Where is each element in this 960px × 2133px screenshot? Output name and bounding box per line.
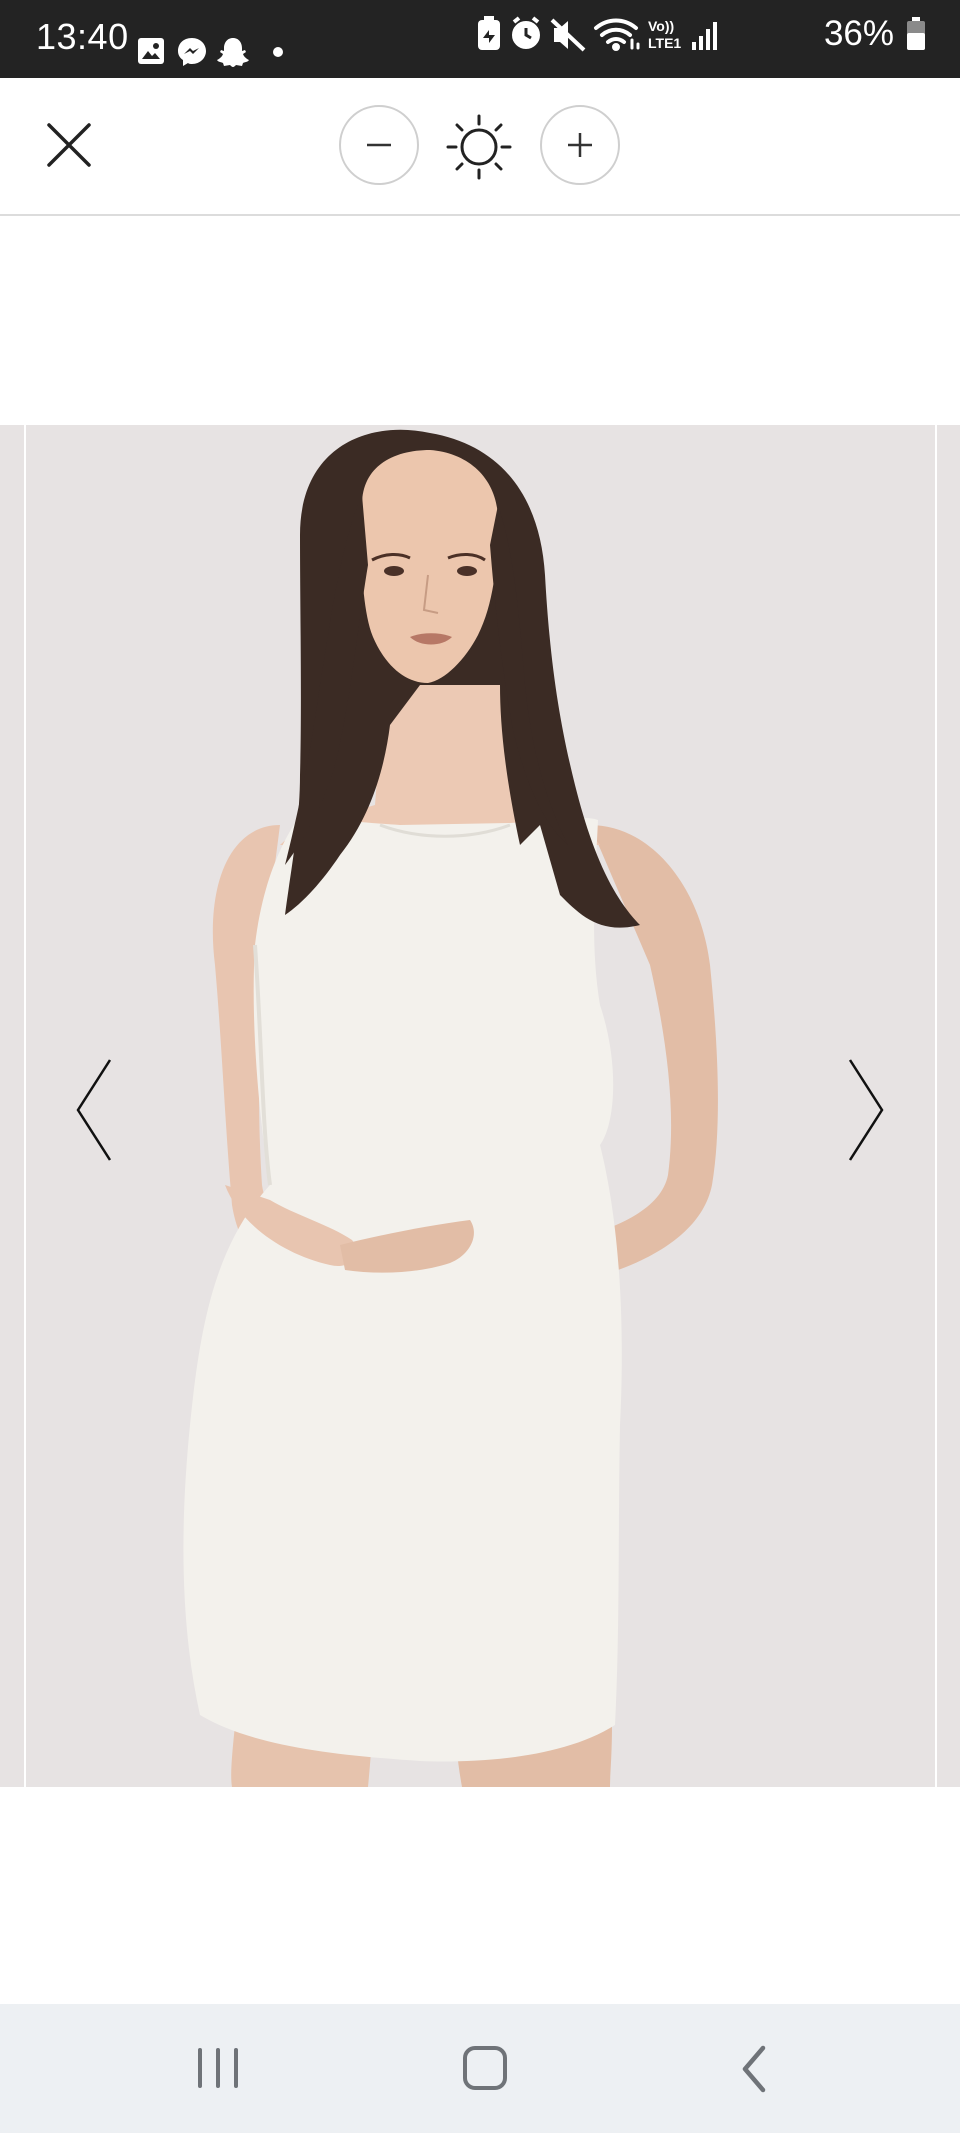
- dot-icon: [273, 47, 283, 57]
- sun-icon[interactable]: [446, 114, 512, 180]
- back-icon[interactable]: [725, 2042, 785, 2096]
- status-right-group: Vo)) LTE1 36%: [472, 14, 926, 54]
- chevron-left-icon[interactable]: [70, 1055, 120, 1165]
- volte-label-top: Vo)): [648, 18, 674, 34]
- zoom-in-button[interactable]: [540, 105, 620, 185]
- status-system-icons: Vo)) LTE1: [477, 16, 717, 52]
- close-icon[interactable]: [40, 116, 98, 174]
- gallery-icon: [138, 38, 164, 64]
- battery-icon: [907, 17, 925, 50]
- snapchat-icon: [217, 38, 249, 67]
- status-notification-icons: [138, 38, 283, 67]
- messenger-icon: [178, 38, 206, 66]
- product-photo: [0, 425, 960, 1787]
- status-bar: 13:40 Vo)) LTE1 36%: [0, 0, 960, 78]
- zoom-out-button[interactable]: [339, 105, 419, 185]
- minus-icon: [367, 143, 391, 147]
- plus-icon: [568, 133, 592, 157]
- battery-saver-icon: [477, 16, 500, 50]
- system-nav-bar: [0, 2004, 960, 2133]
- recents-icon[interactable]: [188, 2042, 248, 2096]
- image-viewer[interactable]: [0, 425, 960, 1787]
- battery-percentage: 36%: [823, 14, 894, 53]
- frame-border-right: [935, 425, 937, 1787]
- wifi-icon: [593, 18, 640, 51]
- signal-icon: [691, 22, 717, 50]
- alarm-icon: [511, 16, 540, 49]
- viewer-toolbar: [0, 78, 960, 216]
- frame-border-left: [24, 425, 26, 1787]
- volte-label-bottom: LTE1: [648, 35, 681, 51]
- home-icon[interactable]: [455, 2042, 515, 2096]
- chevron-right-icon[interactable]: [840, 1055, 890, 1165]
- mute-icon: [550, 18, 586, 52]
- status-time: 13:40: [36, 16, 129, 57]
